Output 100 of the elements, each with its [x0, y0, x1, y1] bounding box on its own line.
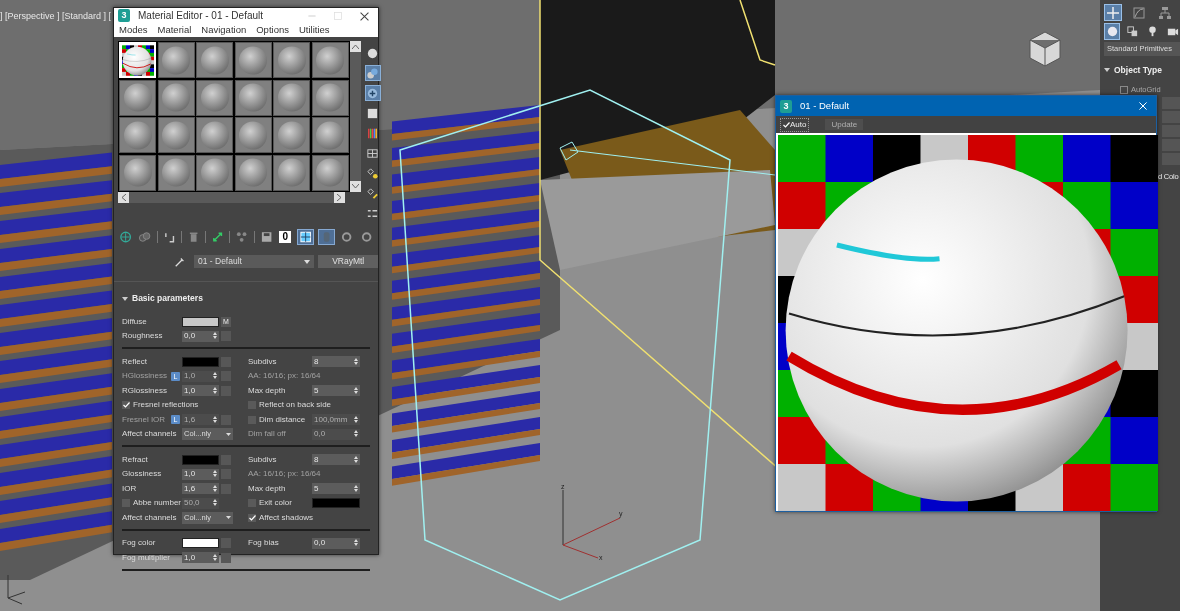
window-title: Material Editor - 01 - Default: [138, 9, 264, 23]
checker-icon[interactable]: [296, 229, 315, 246]
scroll-down-button[interactable]: [349, 180, 361, 192]
param-label: Fog multiplier: [122, 551, 170, 564]
param-label: Abbe number: [133, 497, 182, 509]
menu-item[interactable]: Material: [152, 23, 197, 38]
hierarchy-icon[interactable]: [1156, 4, 1174, 21]
material-slot[interactable]: [196, 79, 233, 116]
material-slot[interactable]: [273, 42, 310, 79]
diamond-icon[interactable]: [364, 165, 381, 182]
material-slot[interactable]: [273, 79, 310, 116]
curve-icon[interactable]: [1130, 4, 1148, 21]
spinner-field[interactable]: 5: [312, 385, 360, 396]
spheres-icon[interactable]: [364, 65, 381, 82]
spinner-field[interactable]: 1,0: [182, 385, 219, 396]
close-icon: [359, 10, 370, 22]
material-slot[interactable]: [273, 154, 310, 191]
spinner-field[interactable]: 1,6: [182, 483, 219, 494]
menu-item[interactable]: Utilities: [293, 23, 335, 38]
pill-icon[interactable]: [318, 229, 336, 246]
param-label: Affect channels: [122, 511, 177, 524]
param-label: Fresnel IOR: [122, 413, 166, 426]
param-label: Diffuse: [122, 315, 147, 328]
scroll-left-button[interactable]: [118, 191, 129, 203]
menu-item[interactable]: Options: [251, 23, 294, 38]
spinner-field[interactable]: 1,0: [182, 468, 219, 480]
spinner-field[interactable]: 0,0: [182, 330, 219, 342]
spinner-field[interactable]: 8: [312, 356, 360, 367]
param-label: Glossiness: [122, 468, 162, 480]
material-slot[interactable]: [196, 154, 233, 191]
menu-item[interactable]: Modes: [114, 23, 153, 38]
param-label: Roughness: [122, 330, 163, 342]
axis-tripod-icon: [562, 489, 621, 559]
material-slot[interactable]: [157, 117, 195, 154]
material-slot[interactable]: [234, 117, 272, 154]
chevron-up-icon: [351, 44, 359, 50]
param-label: Reflect on back side: [259, 399, 332, 411]
viewcube-icon[interactable]: [1029, 31, 1061, 67]
chevron-left-icon: [121, 193, 126, 201]
rollout-title[interactable]: Basic parameters: [132, 291, 203, 305]
param-label: Max depth: [248, 482, 286, 495]
spinner-field[interactable]: 50,0: [182, 497, 219, 509]
material-slot[interactable]: [119, 154, 156, 191]
material-slot[interactable]: [311, 154, 349, 191]
param-label: Dim distance: [259, 413, 306, 426]
material-slot[interactable]: [311, 42, 349, 79]
material-slot[interactable]: [273, 117, 310, 154]
param-label: Affect shadows: [259, 511, 314, 524]
spinner-field[interactable]: 0,0: [312, 537, 360, 549]
param-label: Affect channels: [122, 428, 177, 440]
rollout-title[interactable]: Object Type: [1114, 63, 1163, 77]
scroll-right-button[interactable]: [334, 191, 345, 203]
material-type-button[interactable]: VRayMtl: [318, 254, 378, 268]
material-slot[interactable]: [119, 117, 156, 154]
color-swatch[interactable]: [182, 356, 219, 367]
material-slot[interactable]: [234, 42, 272, 79]
info-text: AA: 16/16; px: 16/64: [248, 468, 322, 480]
maximize-icon: [333, 11, 343, 22]
material-slot[interactable]: [157, 79, 195, 116]
app-icon: 3: [780, 99, 792, 113]
spinner-field[interactable]: 1,0: [182, 552, 219, 563]
material-slot[interactable]: [234, 79, 272, 116]
material-slot[interactable]: [196, 117, 233, 154]
scroll-up-button[interactable]: [349, 41, 361, 53]
spinner-field[interactable]: 5: [312, 483, 360, 494]
chevron-down-icon: [351, 183, 359, 189]
param-label: Fog bias: [248, 537, 279, 549]
param-label: Fog color: [122, 537, 156, 549]
viewport-label[interactable]: ] [Perspective ] [Standard ] [: [0, 10, 112, 24]
param-label: Reflect: [122, 355, 147, 368]
axis-tripod-icon: [7, 574, 26, 605]
material-slot[interactable]: [196, 42, 233, 79]
param-label: IOR: [122, 482, 137, 495]
material-slot[interactable]: [234, 154, 272, 191]
material-slot[interactable]: [157, 42, 195, 79]
param-label: Refract: [122, 453, 148, 466]
number-button[interactable]: 0: [277, 229, 293, 246]
check-icon: [122, 402, 130, 408]
window-title: 01 - Default: [800, 98, 850, 113]
spinner-field[interactable]: 100,0mm: [312, 414, 360, 425]
material-slot[interactable]: [311, 117, 349, 154]
param-label: Subdivs: [248, 453, 277, 466]
param-label: Subdivs: [248, 355, 277, 368]
chevron-right-icon: [337, 193, 342, 201]
spinner-field[interactable]: 8: [312, 454, 360, 465]
color-swatch[interactable]: [182, 538, 219, 548]
auto-checkbox[interactable]: Auto: [780, 117, 810, 132]
material-name-dropdown[interactable]: 01 - Default: [194, 254, 315, 268]
cube-icon: [559, 141, 579, 161]
param-label: Dim fall off: [248, 428, 286, 440]
material-slot[interactable]: [119, 79, 156, 116]
check-icon: [783, 121, 790, 128]
color-swatch[interactable]: [182, 454, 219, 465]
menu-item[interactable]: Navigation: [196, 23, 252, 38]
color-swatch[interactable]: [312, 498, 360, 508]
material-slot[interactable]: [157, 154, 195, 191]
color-swatch[interactable]: [182, 316, 219, 327]
param-label: Fresnel reflections: [133, 399, 199, 411]
param-label: Max depth: [248, 384, 286, 397]
material-slot[interactable]: [311, 79, 349, 116]
